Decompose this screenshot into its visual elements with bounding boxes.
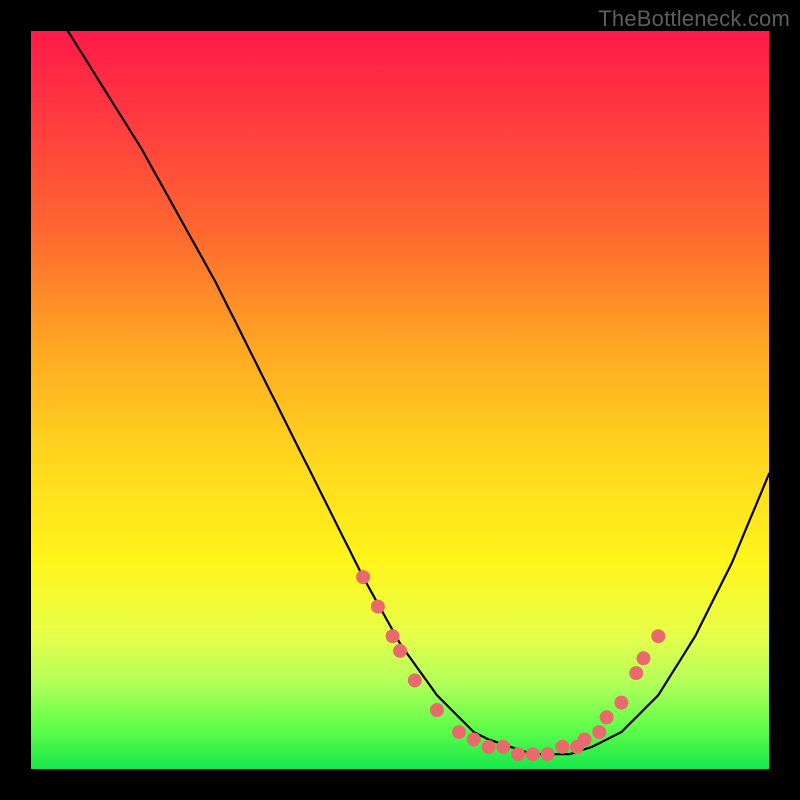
marker-dot (526, 747, 540, 761)
marker-dot (637, 651, 651, 665)
marker-dot (629, 666, 643, 680)
marker-dot (600, 710, 614, 724)
marker-dot (578, 733, 592, 747)
marker-dot (555, 740, 569, 754)
marker-dot (430, 703, 444, 717)
marker-dot (408, 673, 422, 687)
watermark-text: TheBottleneck.com (598, 6, 790, 32)
chart-frame: TheBottleneck.com (0, 0, 800, 800)
marker-dot (386, 629, 400, 643)
marker-dot (496, 740, 510, 754)
marker-dot (393, 644, 407, 658)
marker-dot (592, 725, 606, 739)
marker-dot (511, 747, 525, 761)
marker-dot (467, 733, 481, 747)
marker-dot (614, 696, 628, 710)
marker-dot (482, 740, 496, 754)
marker-dot (651, 629, 665, 643)
marker-dot (452, 725, 466, 739)
bottleneck-curve (68, 31, 769, 754)
chart-svg (31, 31, 769, 769)
marker-dot (356, 570, 370, 584)
marker-dot (371, 600, 385, 614)
marker-dot (541, 747, 555, 761)
plot-area (31, 31, 769, 769)
